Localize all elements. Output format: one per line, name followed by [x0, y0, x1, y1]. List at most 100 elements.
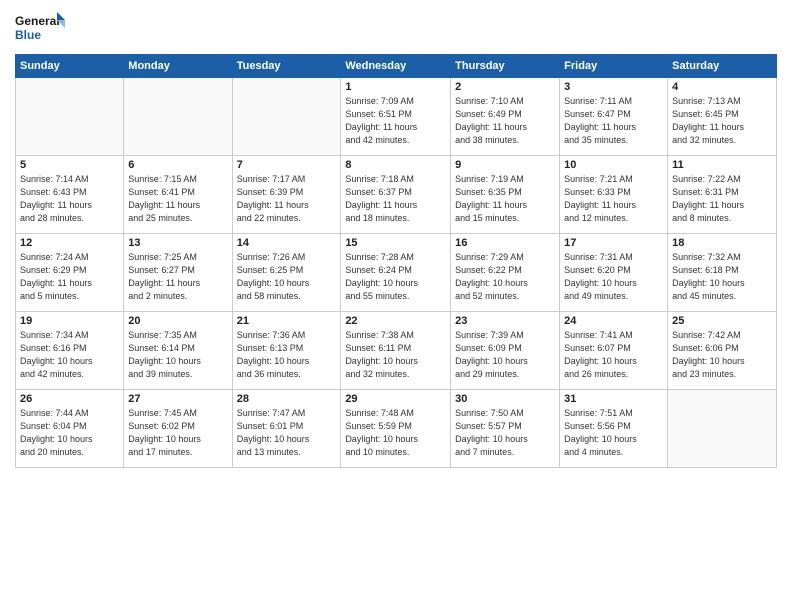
- day-number: 11: [672, 159, 772, 171]
- calendar-cell: 18Sunrise: 7:32 AM Sunset: 6:18 PM Dayli…: [668, 234, 777, 312]
- page: General Blue SundayMondayTuesdayWednesda…: [0, 0, 792, 612]
- header: General Blue: [15, 10, 777, 48]
- day-info: Sunrise: 7:09 AM Sunset: 6:51 PM Dayligh…: [345, 95, 446, 147]
- day-info: Sunrise: 7:11 AM Sunset: 6:47 PM Dayligh…: [564, 95, 663, 147]
- calendar-cell: 20 Sunrise: 7:35 AM Sunset: 6:14 PM Dayli…: [124, 312, 232, 390]
- day-number: 21: [237, 315, 337, 327]
- calendar-cell: 30 Sunrise: 7:50 AM Sunset: 5:57 PM Dayli…: [451, 390, 560, 468]
- day-info: Sunrise: 7:10 AM Sunset: 6:49 PM Dayligh…: [455, 95, 555, 147]
- svg-text:General: General: [15, 14, 60, 28]
- day-number: 24: [564, 315, 663, 327]
- day-number: 1: [345, 81, 446, 93]
- day-info: Sunrise: 7:14 AM Sunset: 6:43 PM Dayligh…: [20, 173, 119, 225]
- day-info: Sunrise: 7:17 AM Sunset: 6:39 PM Dayligh…: [237, 173, 337, 225]
- logo-svg: General Blue: [15, 10, 65, 48]
- day-number: 16: [455, 237, 555, 249]
- calendar-cell: 23Sunrise: 7:39 AM Sunset: 6:09 PM Dayli…: [451, 312, 560, 390]
- day-header-monday: Monday: [124, 55, 232, 78]
- day-number: 7: [237, 159, 337, 171]
- calendar-cell: [668, 390, 777, 468]
- day-number: 27: [128, 393, 227, 405]
- day-header-sunday: Sunday: [16, 55, 124, 78]
- calendar-cell: 1 Sunrise: 7:09 AM Sunset: 6:51 PM Daylig…: [341, 78, 451, 156]
- day-info: Sunrise: 7:29 AM Sunset: 6:22 PM Dayligh…: [455, 251, 555, 303]
- calendar-cell: 28 Sunrise: 7:47 AM Sunset: 6:01 PM Dayli…: [232, 390, 341, 468]
- day-number: 8: [345, 159, 446, 171]
- day-info: Sunrise: 7:45 AM Sunset: 6:02 PM Dayligh…: [128, 407, 227, 459]
- calendar-cell: 8 Sunrise: 7:18 AM Sunset: 6:37 PM Daylig…: [341, 156, 451, 234]
- day-number: 30: [455, 393, 555, 405]
- calendar-cell: [16, 78, 124, 156]
- calendar-week-4: 19Sunrise: 7:34 AM Sunset: 6:16 PM Dayli…: [16, 312, 777, 390]
- calendar-cell: [232, 78, 341, 156]
- calendar-cell: 19Sunrise: 7:34 AM Sunset: 6:16 PM Dayli…: [16, 312, 124, 390]
- day-header-thursday: Thursday: [451, 55, 560, 78]
- day-header-saturday: Saturday: [668, 55, 777, 78]
- day-info: Sunrise: 7:42 AM Sunset: 6:06 PM Dayligh…: [672, 329, 772, 381]
- calendar-cell: 22Sunrise: 7:38 AM Sunset: 6:11 PM Dayli…: [341, 312, 451, 390]
- day-info: Sunrise: 7:24 AM Sunset: 6:29 PM Dayligh…: [20, 251, 119, 303]
- calendar-cell: 25Sunrise: 7:42 AM Sunset: 6:06 PM Dayli…: [668, 312, 777, 390]
- day-info: Sunrise: 7:50 AM Sunset: 5:57 PM Dayligh…: [455, 407, 555, 459]
- day-number: 4: [672, 81, 772, 93]
- svg-text:Blue: Blue: [15, 28, 41, 42]
- logo: General Blue: [15, 10, 65, 48]
- day-header-friday: Friday: [560, 55, 668, 78]
- calendar-week-1: 1 Sunrise: 7:09 AM Sunset: 6:51 PM Daylig…: [16, 78, 777, 156]
- calendar-week-3: 12 Sunrise: 7:24 AM Sunset: 6:29 PM Dayli…: [16, 234, 777, 312]
- day-number: 12: [20, 237, 119, 249]
- calendar-cell: 21 Sunrise: 7:36 AM Sunset: 6:13 PM Dayli…: [232, 312, 341, 390]
- day-number: 20: [128, 315, 227, 327]
- day-info: Sunrise: 7:18 AM Sunset: 6:37 PM Dayligh…: [345, 173, 446, 225]
- day-info: Sunrise: 7:35 AM Sunset: 6:14 PM Dayligh…: [128, 329, 227, 381]
- day-number: 29: [345, 393, 446, 405]
- day-number: 26: [20, 393, 119, 405]
- calendar-cell: 9 Sunrise: 7:19 AM Sunset: 6:35 PM Daylig…: [451, 156, 560, 234]
- day-number: 10: [564, 159, 663, 171]
- day-info: Sunrise: 7:25 AM Sunset: 6:27 PM Dayligh…: [128, 251, 227, 303]
- calendar-cell: 31 Sunrise: 7:51 AM Sunset: 5:56 PM Dayli…: [560, 390, 668, 468]
- day-info: Sunrise: 7:51 AM Sunset: 5:56 PM Dayligh…: [564, 407, 663, 459]
- calendar-cell: 10 Sunrise: 7:21 AM Sunset: 6:33 PM Dayli…: [560, 156, 668, 234]
- day-info: Sunrise: 7:44 AM Sunset: 6:04 PM Dayligh…: [20, 407, 119, 459]
- day-number: 23: [455, 315, 555, 327]
- day-number: 14: [237, 237, 337, 249]
- calendar-cell: 6 Sunrise: 7:15 AM Sunset: 6:41 PM Daylig…: [124, 156, 232, 234]
- calendar-cell: 27 Sunrise: 7:45 AM Sunset: 6:02 PM Dayli…: [124, 390, 232, 468]
- day-info: Sunrise: 7:22 AM Sunset: 6:31 PM Dayligh…: [672, 173, 772, 225]
- day-info: Sunrise: 7:21 AM Sunset: 6:33 PM Dayligh…: [564, 173, 663, 225]
- day-header-wednesday: Wednesday: [341, 55, 451, 78]
- calendar-cell: 14 Sunrise: 7:26 AM Sunset: 6:25 PM Dayli…: [232, 234, 341, 312]
- day-info: Sunrise: 7:19 AM Sunset: 6:35 PM Dayligh…: [455, 173, 555, 225]
- day-info: Sunrise: 7:26 AM Sunset: 6:25 PM Dayligh…: [237, 251, 337, 303]
- calendar-cell: 16 Sunrise: 7:29 AM Sunset: 6:22 PM Dayli…: [451, 234, 560, 312]
- day-info: Sunrise: 7:28 AM Sunset: 6:24 PM Dayligh…: [345, 251, 446, 303]
- calendar: SundayMondayTuesdayWednesdayThursdayFrid…: [15, 54, 777, 468]
- day-info: Sunrise: 7:38 AM Sunset: 6:11 PM Dayligh…: [345, 329, 446, 381]
- calendar-cell: 3 Sunrise: 7:11 AM Sunset: 6:47 PM Daylig…: [560, 78, 668, 156]
- day-info: Sunrise: 7:41 AM Sunset: 6:07 PM Dayligh…: [564, 329, 663, 381]
- day-info: Sunrise: 7:31 AM Sunset: 6:20 PM Dayligh…: [564, 251, 663, 303]
- calendar-week-2: 5 Sunrise: 7:14 AM Sunset: 6:43 PM Daylig…: [16, 156, 777, 234]
- calendar-week-5: 26 Sunrise: 7:44 AM Sunset: 6:04 PM Dayli…: [16, 390, 777, 468]
- calendar-cell: 5 Sunrise: 7:14 AM Sunset: 6:43 PM Daylig…: [16, 156, 124, 234]
- day-info: Sunrise: 7:47 AM Sunset: 6:01 PM Dayligh…: [237, 407, 337, 459]
- day-info: Sunrise: 7:32 AM Sunset: 6:18 PM Dayligh…: [672, 251, 772, 303]
- day-number: 31: [564, 393, 663, 405]
- day-number: 3: [564, 81, 663, 93]
- day-info: Sunrise: 7:13 AM Sunset: 6:45 PM Dayligh…: [672, 95, 772, 147]
- day-number: 28: [237, 393, 337, 405]
- day-info: Sunrise: 7:34 AM Sunset: 6:16 PM Dayligh…: [20, 329, 119, 381]
- day-number: 6: [128, 159, 227, 171]
- day-number: 2: [455, 81, 555, 93]
- calendar-cell: 7 Sunrise: 7:17 AM Sunset: 6:39 PM Daylig…: [232, 156, 341, 234]
- calendar-cell: 13Sunrise: 7:25 AM Sunset: 6:27 PM Dayli…: [124, 234, 232, 312]
- day-info: Sunrise: 7:36 AM Sunset: 6:13 PM Dayligh…: [237, 329, 337, 381]
- calendar-cell: 11 Sunrise: 7:22 AM Sunset: 6:31 PM Dayli…: [668, 156, 777, 234]
- day-number: 17: [564, 237, 663, 249]
- day-number: 5: [20, 159, 119, 171]
- day-info: Sunrise: 7:15 AM Sunset: 6:41 PM Dayligh…: [128, 173, 227, 225]
- calendar-cell: 15Sunrise: 7:28 AM Sunset: 6:24 PM Dayli…: [341, 234, 451, 312]
- calendar-cell: 17 Sunrise: 7:31 AM Sunset: 6:20 PM Dayli…: [560, 234, 668, 312]
- day-number: 9: [455, 159, 555, 171]
